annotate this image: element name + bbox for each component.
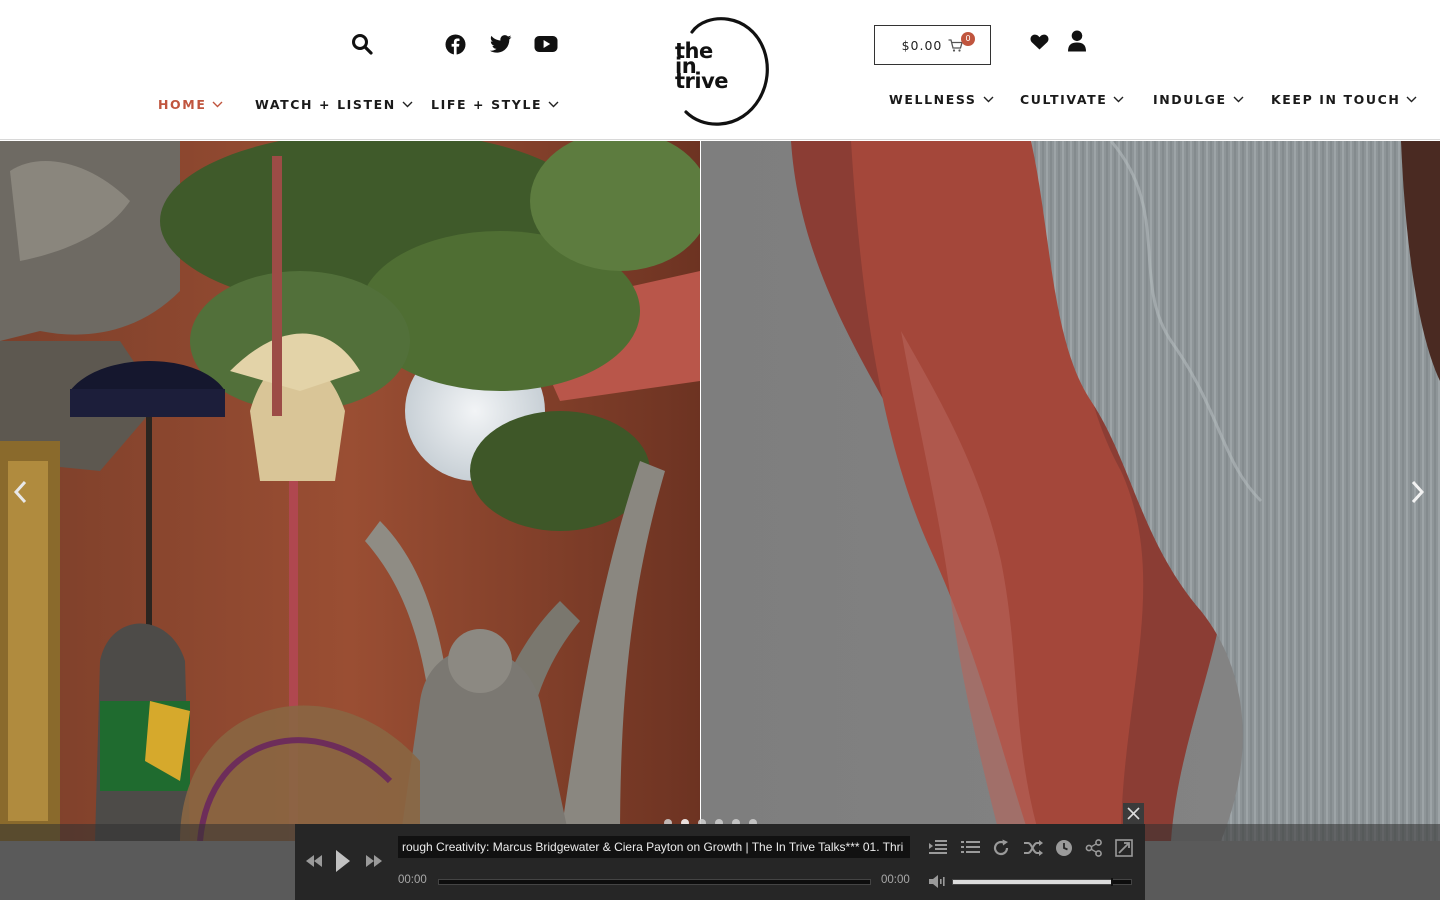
chevron-down-icon [1233, 96, 1244, 103]
fast-forward-icon[interactable] [365, 853, 383, 869]
abstract-art-image [701, 141, 1440, 841]
shuffle-icon[interactable] [1023, 840, 1043, 856]
chevron-down-icon [548, 101, 559, 108]
slider-prev-arrow[interactable] [10, 478, 32, 506]
slide-abstract-art[interactable] [701, 141, 1440, 841]
nav-cultivate-label: CULTIVATE [1020, 92, 1108, 107]
nav-home-label: HOME [158, 97, 207, 112]
volume-thumb[interactable] [1111, 878, 1113, 886]
repeat-icon[interactable] [992, 839, 1010, 857]
nav-watch-listen[interactable]: WATCH + LISTEN [255, 97, 413, 112]
volume-icon[interactable] [928, 874, 946, 889]
chevron-down-icon [1406, 96, 1417, 103]
logo-text: the in trive [675, 41, 729, 93]
close-player-button[interactable] [1123, 803, 1144, 824]
seek-bar[interactable] [438, 879, 871, 885]
time-total: 00:00 [881, 874, 910, 886]
play-icon[interactable] [335, 849, 351, 873]
chevron-down-icon [983, 96, 994, 103]
nav-life-style[interactable]: LIFE + STYLE [431, 97, 559, 112]
popout-icon[interactable] [1115, 839, 1133, 857]
youtube-icon[interactable] [534, 35, 558, 53]
slider-next-arrow[interactable] [1406, 478, 1428, 506]
cart-count-badge: 0 [961, 32, 975, 46]
heart-icon[interactable] [1030, 34, 1049, 50]
track-title: rough Creativity: Marcus Bridgewater & C… [402, 840, 904, 854]
close-icon [1127, 807, 1140, 820]
volume-slider[interactable] [952, 878, 1132, 886]
chevron-down-icon [1113, 96, 1124, 103]
chevron-down-icon [212, 101, 223, 108]
nav-life-style-label: LIFE + STYLE [431, 97, 543, 112]
nav-indulge-label: INDULGE [1153, 92, 1227, 107]
twitter-icon[interactable] [490, 35, 512, 53]
audio-player: rough Creativity: Marcus Bridgewater & C… [295, 824, 1145, 900]
nav-keep-in-touch[interactable]: KEEP IN TOUCH [1271, 92, 1417, 107]
slide-temple-photo[interactable] [0, 141, 700, 841]
rewind-icon[interactable] [305, 853, 323, 869]
user-icon[interactable] [1067, 30, 1087, 52]
logo-word-trive: trive [675, 69, 729, 93]
search-icon[interactable] [351, 33, 373, 55]
chevron-down-icon [402, 101, 413, 108]
nav-keep-in-touch-label: KEEP IN TOUCH [1271, 92, 1401, 107]
temple-photo-image [0, 141, 700, 841]
share-icon[interactable] [1085, 839, 1103, 857]
playlist-toggle-icon[interactable] [928, 839, 948, 856]
nav-home[interactable]: HOME [158, 97, 223, 112]
history-clock-icon[interactable] [1055, 839, 1073, 857]
facebook-icon[interactable] [445, 34, 466, 55]
cart-amount: $0.00 [901, 37, 943, 53]
nav-cultivate[interactable]: CULTIVATE [1020, 92, 1124, 107]
list-icon[interactable] [961, 840, 980, 855]
nav-watch-listen-label: WATCH + LISTEN [255, 97, 396, 112]
track-title-marquee: rough Creativity: Marcus Bridgewater & C… [398, 836, 910, 858]
nav-wellness-label: WELLNESS [889, 92, 977, 107]
volume-fill [953, 880, 1113, 884]
nav-wellness[interactable]: WELLNESS [889, 92, 994, 107]
cart-button[interactable]: $0.00 0 [874, 25, 991, 65]
nav-indulge[interactable]: INDULGE [1153, 92, 1244, 107]
site-header: HOME WATCH + LISTEN LIFE + STYLE the in … [0, 0, 1440, 140]
time-elapsed: 00:00 [398, 874, 427, 886]
